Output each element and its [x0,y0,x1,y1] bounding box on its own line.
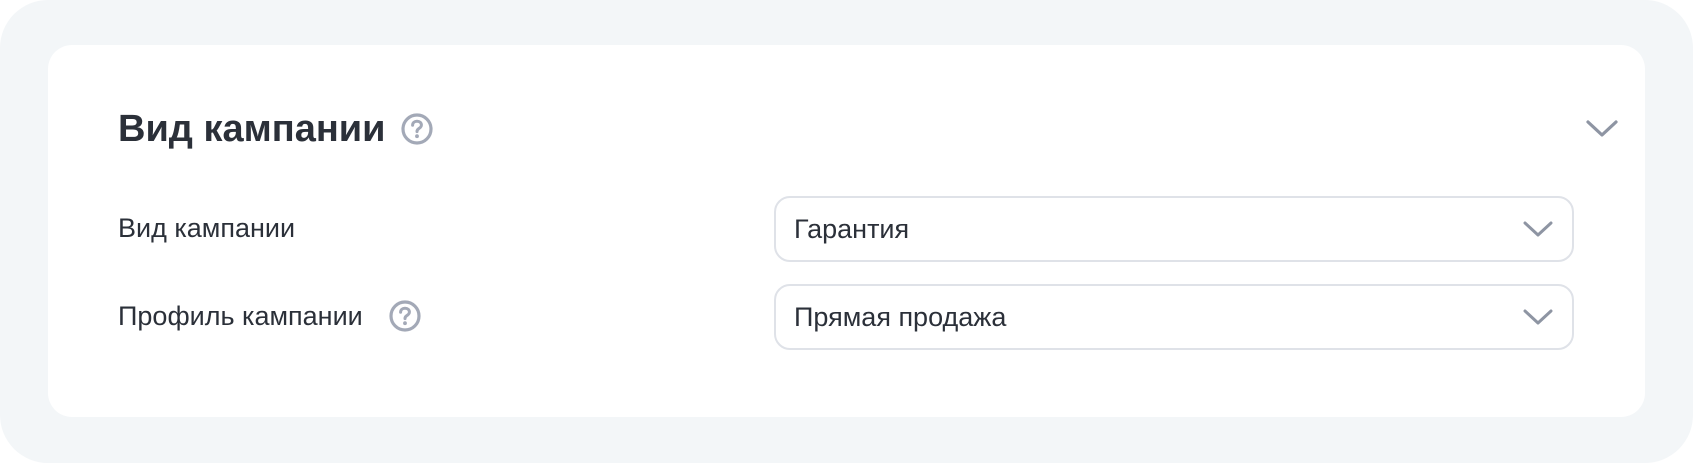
campaign-type-value: Гарантия [794,214,910,244]
section-header[interactable]: Вид кампании [118,105,1620,153]
campaign-type-row: Вид кампании Гарантия [118,196,1620,262]
question-circle-icon[interactable] [400,112,434,146]
chevron-down-icon [1522,213,1554,245]
campaign-type-select[interactable]: Гарантия [774,196,1574,262]
page-background: Вид кампании Вид кампании Гарантия Профи… [0,0,1693,463]
collapse-chevron-icon[interactable] [1584,111,1620,147]
chevron-down-icon [1522,301,1554,333]
campaign-profile-value: Прямая продажа [794,302,1007,332]
campaign-profile-label: Профиль кампании [118,301,363,331]
campaign-type-label: Вид кампании [118,213,296,243]
campaign-profile-row: Профиль кампании Прямая продажа [118,284,1620,350]
campaign-type-section: Вид кампании Вид кампании Гарантия Профи… [48,45,1645,417]
question-circle-icon[interactable] [388,299,422,333]
section-title: Вид кампании [118,108,386,150]
campaign-profile-select[interactable]: Прямая продажа [774,284,1574,350]
